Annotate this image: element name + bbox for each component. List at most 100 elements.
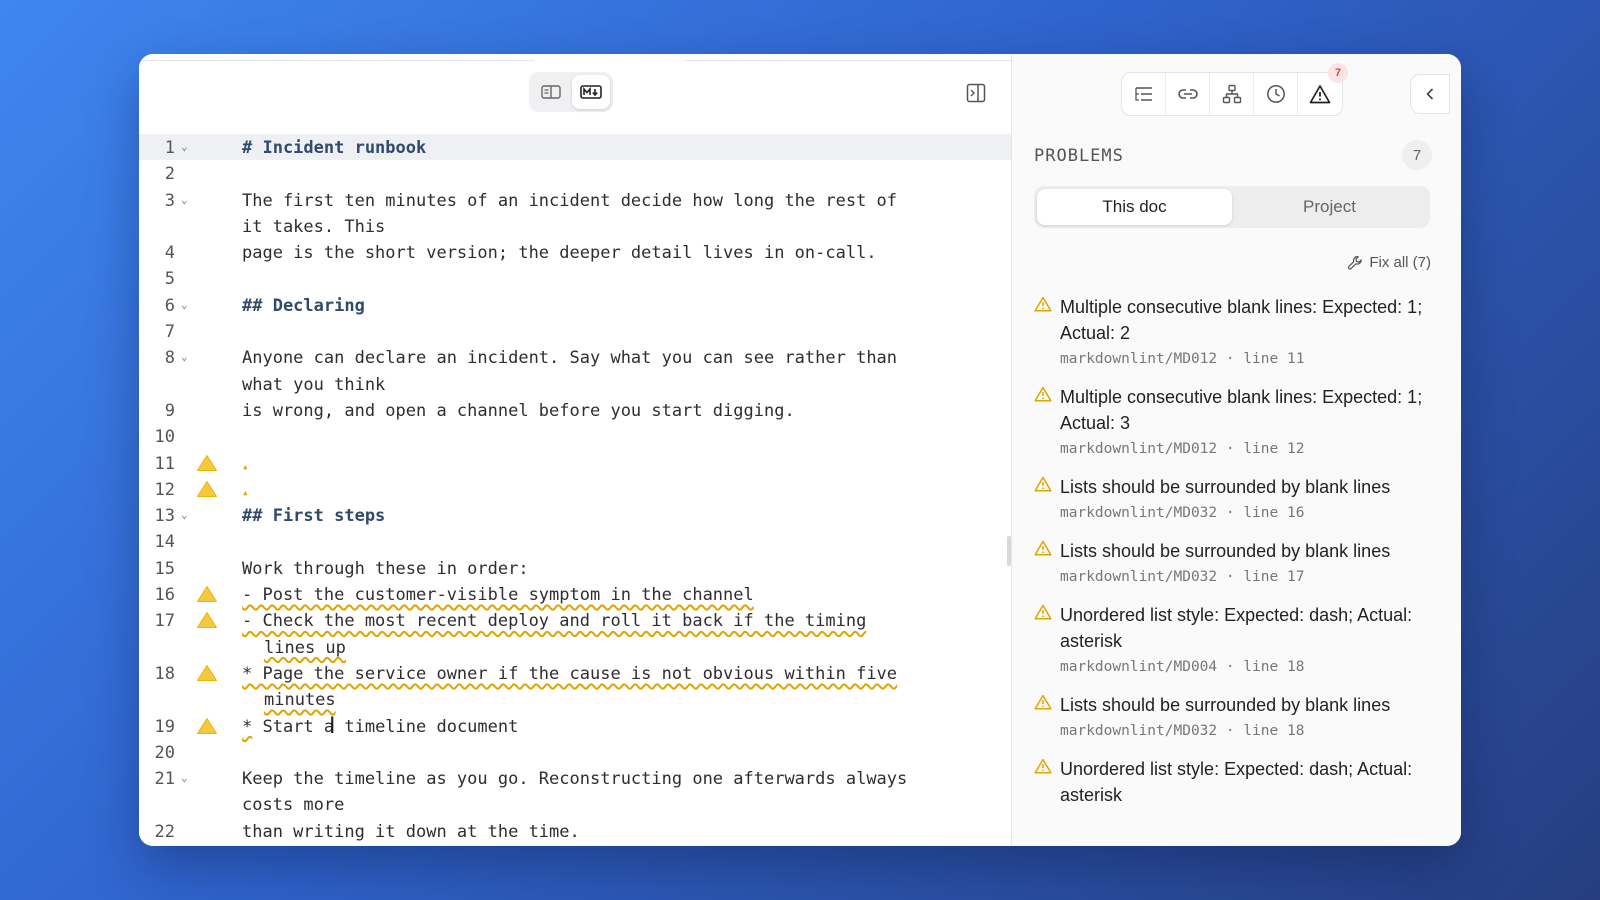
code-line[interactable]: costs more bbox=[139, 791, 1011, 817]
links-button[interactable] bbox=[1166, 73, 1210, 115]
line-number: 9 bbox=[164, 400, 175, 421]
fold-chevron-icon[interactable]: ⌄ bbox=[181, 140, 188, 153]
resize-handle[interactable] bbox=[1007, 536, 1011, 566]
warning-icon bbox=[1034, 476, 1052, 492]
code-line[interactable]: 6 ⌄ ## Declaring bbox=[139, 292, 1011, 318]
line-text: # Incident runbook bbox=[242, 138, 426, 158]
code-editor[interactable]: 1 ⌄ # Incident runbook 2 3 ⌄ The first ten min… bbox=[139, 134, 1011, 844]
line-text: what you think bbox=[242, 375, 385, 395]
code-line[interactable]: 14 bbox=[139, 528, 1011, 554]
line-text: Work through these in order: bbox=[242, 559, 529, 579]
code-line[interactable]: 10 bbox=[139, 423, 1011, 449]
code-line[interactable]: 13 ⌄ ## First steps bbox=[139, 502, 1011, 528]
code-line[interactable]: it takes. This bbox=[139, 213, 1011, 239]
fold-chevron-icon[interactable]: ⌄ bbox=[181, 508, 188, 521]
gutter-warning-icon[interactable] bbox=[196, 454, 218, 472]
tab-project[interactable]: Project bbox=[1232, 189, 1427, 225]
code-line[interactable]: 21 ⌄ Keep the timeline as you go. Reconstr… bbox=[139, 765, 1011, 791]
code-line[interactable]: 15 Work through these in order: bbox=[139, 555, 1011, 581]
gutter-warning-icon[interactable] bbox=[196, 717, 218, 735]
problem-source: markdownlint/MD004 · line 18 bbox=[1060, 659, 1305, 675]
heading-token: ## Declaring bbox=[242, 295, 365, 316]
fold-chevron-icon[interactable]: ⌄ bbox=[181, 298, 188, 311]
markdown-icon bbox=[580, 85, 602, 99]
fold-chevron-icon[interactable]: ⌄ bbox=[181, 350, 188, 363]
panel-toolbar: 7 bbox=[1121, 63, 1348, 116]
problem-source: markdownlint/MD032 · line 16 bbox=[1060, 505, 1305, 521]
problem-message: Lists should be surrounded by blank line… bbox=[1060, 477, 1391, 497]
code-line[interactable]: what you think bbox=[139, 371, 1011, 397]
code-line[interactable]: 3 ⌄ The first ten minutes of an incident d… bbox=[139, 187, 1011, 213]
problem-item[interactable]: Lists should be surrounded by blank line… bbox=[1034, 474, 1434, 524]
problem-message: Unordered list style: Expected: dash; Ac… bbox=[1060, 759, 1413, 805]
collapse-panel-button[interactable] bbox=[1410, 74, 1450, 114]
fold-chevron-icon[interactable]: ⌄ bbox=[181, 771, 188, 784]
problem-item[interactable]: Lists should be surrounded by blank line… bbox=[1034, 692, 1434, 742]
code-line[interactable]: 7 bbox=[139, 318, 1011, 344]
code-line[interactable]: 18 * Page the service owner if the cause … bbox=[139, 660, 1011, 686]
markdown-view-button[interactable] bbox=[572, 75, 610, 109]
line-number: 5 bbox=[164, 269, 175, 290]
text-token: Anyone can declare an incident. Say what… bbox=[242, 348, 898, 369]
gutter-warning-icon[interactable] bbox=[196, 585, 218, 603]
code-line[interactable]: 1 ⌄ # Incident runbook bbox=[139, 134, 1011, 161]
code-line[interactable]: 9 is wrong, and open a channel before you… bbox=[139, 397, 1011, 423]
problem-item[interactable]: Multiple consecutive blank lines: Expect… bbox=[1034, 294, 1434, 370]
line-text: is wrong, and open a channel before you … bbox=[242, 401, 795, 421]
line-text: The first ten minutes of an incident dec… bbox=[242, 191, 897, 211]
problem-message: Lists should be surrounded by blank line… bbox=[1060, 695, 1391, 715]
code-line[interactable]: 2 bbox=[139, 160, 1011, 186]
line-number: 16 bbox=[154, 585, 175, 606]
problem-message: Multiple consecutive blank lines: Expect… bbox=[1060, 387, 1423, 433]
code-line[interactable]: 22 than writing it down at the time. bbox=[139, 818, 1011, 844]
lint-flagged-text: - Post the customer-visible symptom in t… bbox=[242, 585, 754, 606]
code-line[interactable]: 16 - Post the customer-visible symptom in… bbox=[139, 581, 1011, 607]
problem-item[interactable]: Multiple consecutive blank lines: Expect… bbox=[1034, 384, 1434, 460]
line-text: ## Declaring bbox=[242, 296, 365, 316]
code-line[interactable]: 4 page is the short version; the deeper d… bbox=[139, 239, 1011, 265]
scope-tabs: This doc Project bbox=[1034, 186, 1430, 228]
line-number: 20 bbox=[154, 742, 175, 763]
gutter-warning-icon[interactable] bbox=[196, 480, 218, 498]
code-line[interactable]: 11 ▴ bbox=[139, 450, 1011, 476]
code-line[interactable]: 5 bbox=[139, 265, 1011, 291]
problem-item[interactable]: Unordered list style: Expected: dash; Ac… bbox=[1034, 602, 1434, 678]
problems-button[interactable]: 7 bbox=[1298, 63, 1348, 115]
gutter-warning-icon[interactable] bbox=[196, 664, 218, 682]
line-text: than writing it down at the time. bbox=[242, 822, 580, 842]
code-line[interactable]: 12 ▴ bbox=[139, 476, 1011, 502]
gutter-warning-icon[interactable] bbox=[196, 611, 218, 629]
line-number: 12 bbox=[154, 479, 175, 500]
code-line[interactable]: 17 - Check the most recent deploy and rol… bbox=[139, 607, 1011, 633]
problems-panel: 7 PROBLEMS 7 This doc Project Fix all (7… bbox=[1012, 54, 1461, 846]
problem-message: Unordered list style: Expected: dash; Ac… bbox=[1060, 605, 1413, 651]
problem-item[interactable]: Unordered list style: Expected: dash; Ac… bbox=[1034, 756, 1434, 808]
text-token: than writing it down at the time. bbox=[242, 821, 580, 842]
line-text: - Check the most recent deploy and roll … bbox=[242, 611, 866, 631]
problem-item[interactable]: Lists should be surrounded by blank line… bbox=[1034, 538, 1434, 588]
fold-chevron-icon[interactable]: ⌄ bbox=[181, 193, 188, 206]
toggle-sidebar-button[interactable] bbox=[965, 82, 987, 104]
code-line[interactable]: minutes bbox=[139, 686, 1011, 712]
outline-button[interactable] bbox=[1122, 73, 1166, 115]
line-text: minutes bbox=[264, 690, 336, 710]
history-button[interactable] bbox=[1254, 73, 1298, 115]
warning-icon bbox=[1034, 604, 1052, 620]
line-number: 10 bbox=[154, 427, 175, 448]
tab-this-doc[interactable]: This doc bbox=[1037, 189, 1232, 225]
lint-flagged-text: * bbox=[242, 716, 253, 737]
code-line[interactable]: 19 * Start a timeline document bbox=[139, 713, 1011, 739]
text-token: The first ten minutes of an incident dec… bbox=[242, 190, 898, 211]
code-line[interactable]: 20 bbox=[139, 739, 1011, 765]
line-text: Keep the timeline as you go. Reconstruct… bbox=[242, 769, 907, 789]
line-text: lines up bbox=[264, 638, 346, 658]
fix-all-button[interactable]: Fix all (7) bbox=[1347, 254, 1431, 271]
problems-count: 7 bbox=[1402, 140, 1432, 170]
line-number: 14 bbox=[154, 532, 175, 553]
text-token: Work through these in order: bbox=[242, 558, 529, 579]
code-line[interactable]: lines up bbox=[139, 634, 1011, 660]
structure-button[interactable] bbox=[1210, 73, 1254, 115]
code-line[interactable]: 8 ⌄ Anyone can declare an incident. Say wh… bbox=[139, 344, 1011, 370]
split-view-button[interactable] bbox=[532, 75, 570, 109]
line-text: Anyone can declare an incident. Say what… bbox=[242, 348, 897, 368]
